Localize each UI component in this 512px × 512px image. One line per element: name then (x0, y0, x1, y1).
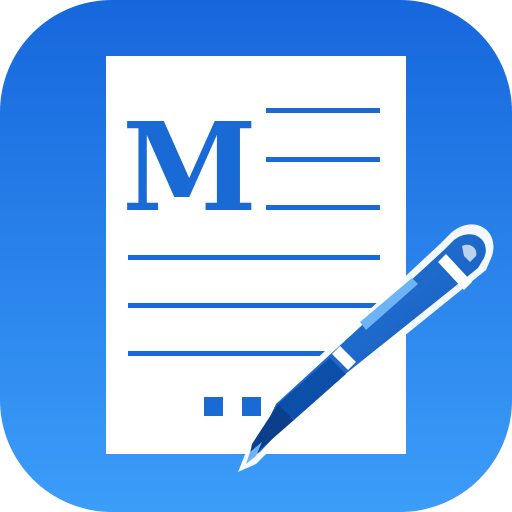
text-line-short-2 (266, 157, 380, 162)
ellipsis-dot-2 (242, 397, 261, 416)
text-line-short-1 (266, 108, 380, 113)
ellipsis-dot-1 (204, 397, 223, 416)
text-line-long-1 (128, 255, 380, 260)
markdown-letter: M (122, 95, 257, 239)
text-line-long-2 (128, 303, 380, 308)
text-line-short-3 (266, 205, 380, 210)
app-icon[interactable]: M (0, 0, 512, 512)
app-icon-container: M (0, 0, 512, 512)
document-icon: M (106, 56, 406, 454)
